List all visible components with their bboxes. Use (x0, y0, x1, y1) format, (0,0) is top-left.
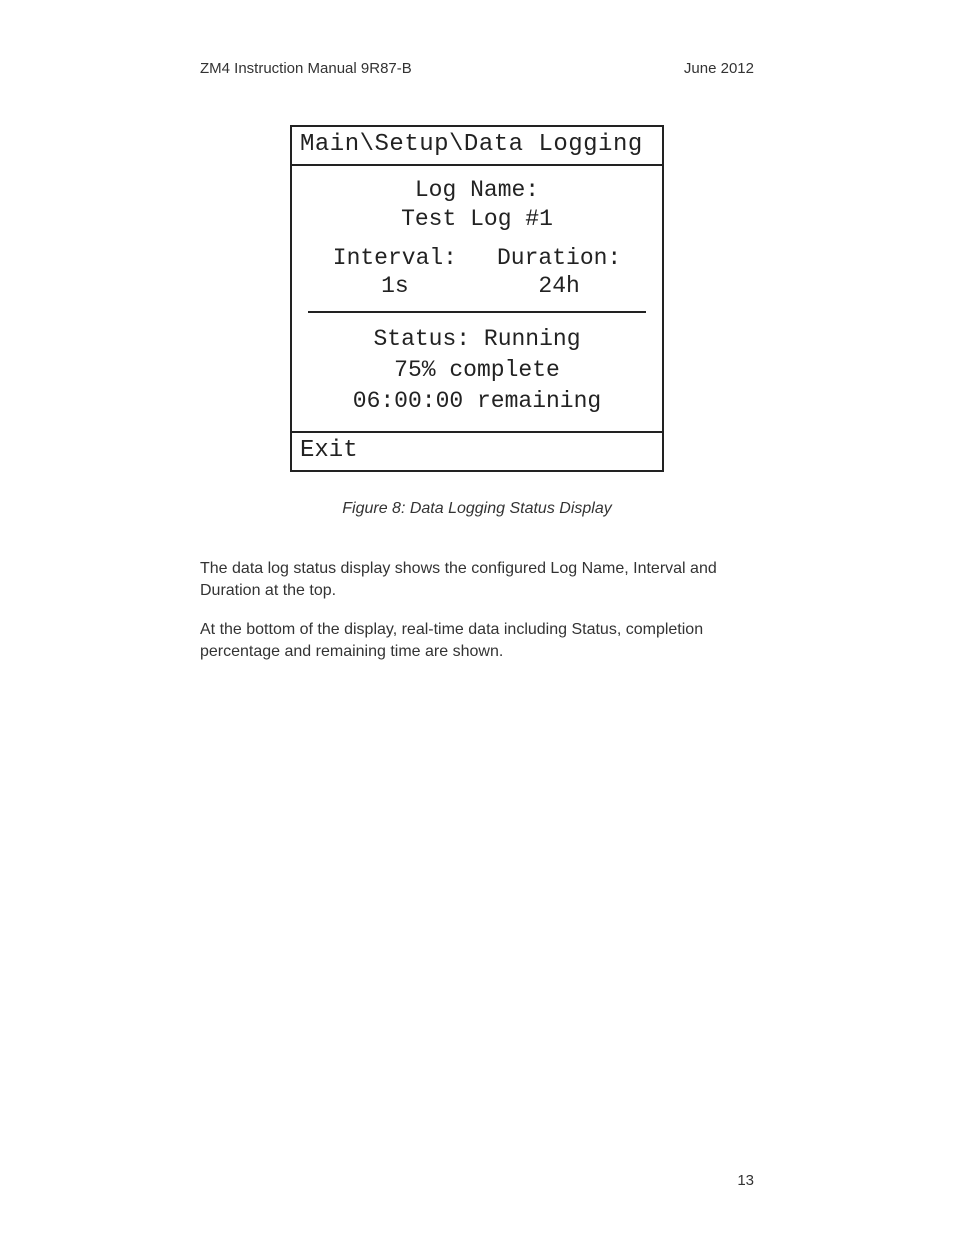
lcd-exit-button[interactable]: Exit (292, 431, 662, 470)
header-left: ZM4 Instruction Manual 9R87-B (200, 60, 412, 77)
log-name-label: Log Name: (292, 176, 662, 205)
interval-value: 1s (333, 272, 457, 301)
paragraph-2: At the bottom of the display, real-time … (200, 619, 754, 662)
page-header: ZM4 Instruction Manual 9R87-B June 2012 (200, 60, 754, 77)
figure-container: Main\Setup\Data Logging Log Name: Test L… (200, 125, 754, 472)
body-text: The data log status display shows the co… (200, 558, 754, 662)
lcd-interval-duration-row: Interval: 1s Duration: 24h (292, 238, 662, 312)
duration-label: Duration: (497, 244, 621, 273)
lcd-screen: Main\Setup\Data Logging Log Name: Test L… (290, 125, 664, 472)
lcd-breadcrumb: Main\Setup\Data Logging (292, 127, 662, 166)
time-remaining-line: 06:00:00 remaining (292, 387, 662, 416)
status-line: Status: Running (292, 325, 662, 354)
figure-caption: Figure 8: Data Logging Status Display (200, 500, 754, 518)
percent-complete-line: 75% complete (292, 356, 662, 385)
lcd-status-block: Status: Running 75% complete 06:00:00 re… (292, 313, 662, 431)
lcd-log-name-block: Log Name: Test Log #1 (292, 166, 662, 238)
interval-column: Interval: 1s (333, 244, 457, 302)
duration-column: Duration: 24h (497, 244, 621, 302)
interval-label: Interval: (333, 244, 457, 273)
log-name-value: Test Log #1 (292, 205, 662, 234)
duration-value: 24h (497, 272, 621, 301)
header-right: June 2012 (684, 60, 754, 77)
document-page: ZM4 Instruction Manual 9R87-B June 2012 … (0, 0, 954, 1235)
paragraph-1: The data log status display shows the co… (200, 558, 754, 601)
page-number: 13 (737, 1172, 754, 1189)
